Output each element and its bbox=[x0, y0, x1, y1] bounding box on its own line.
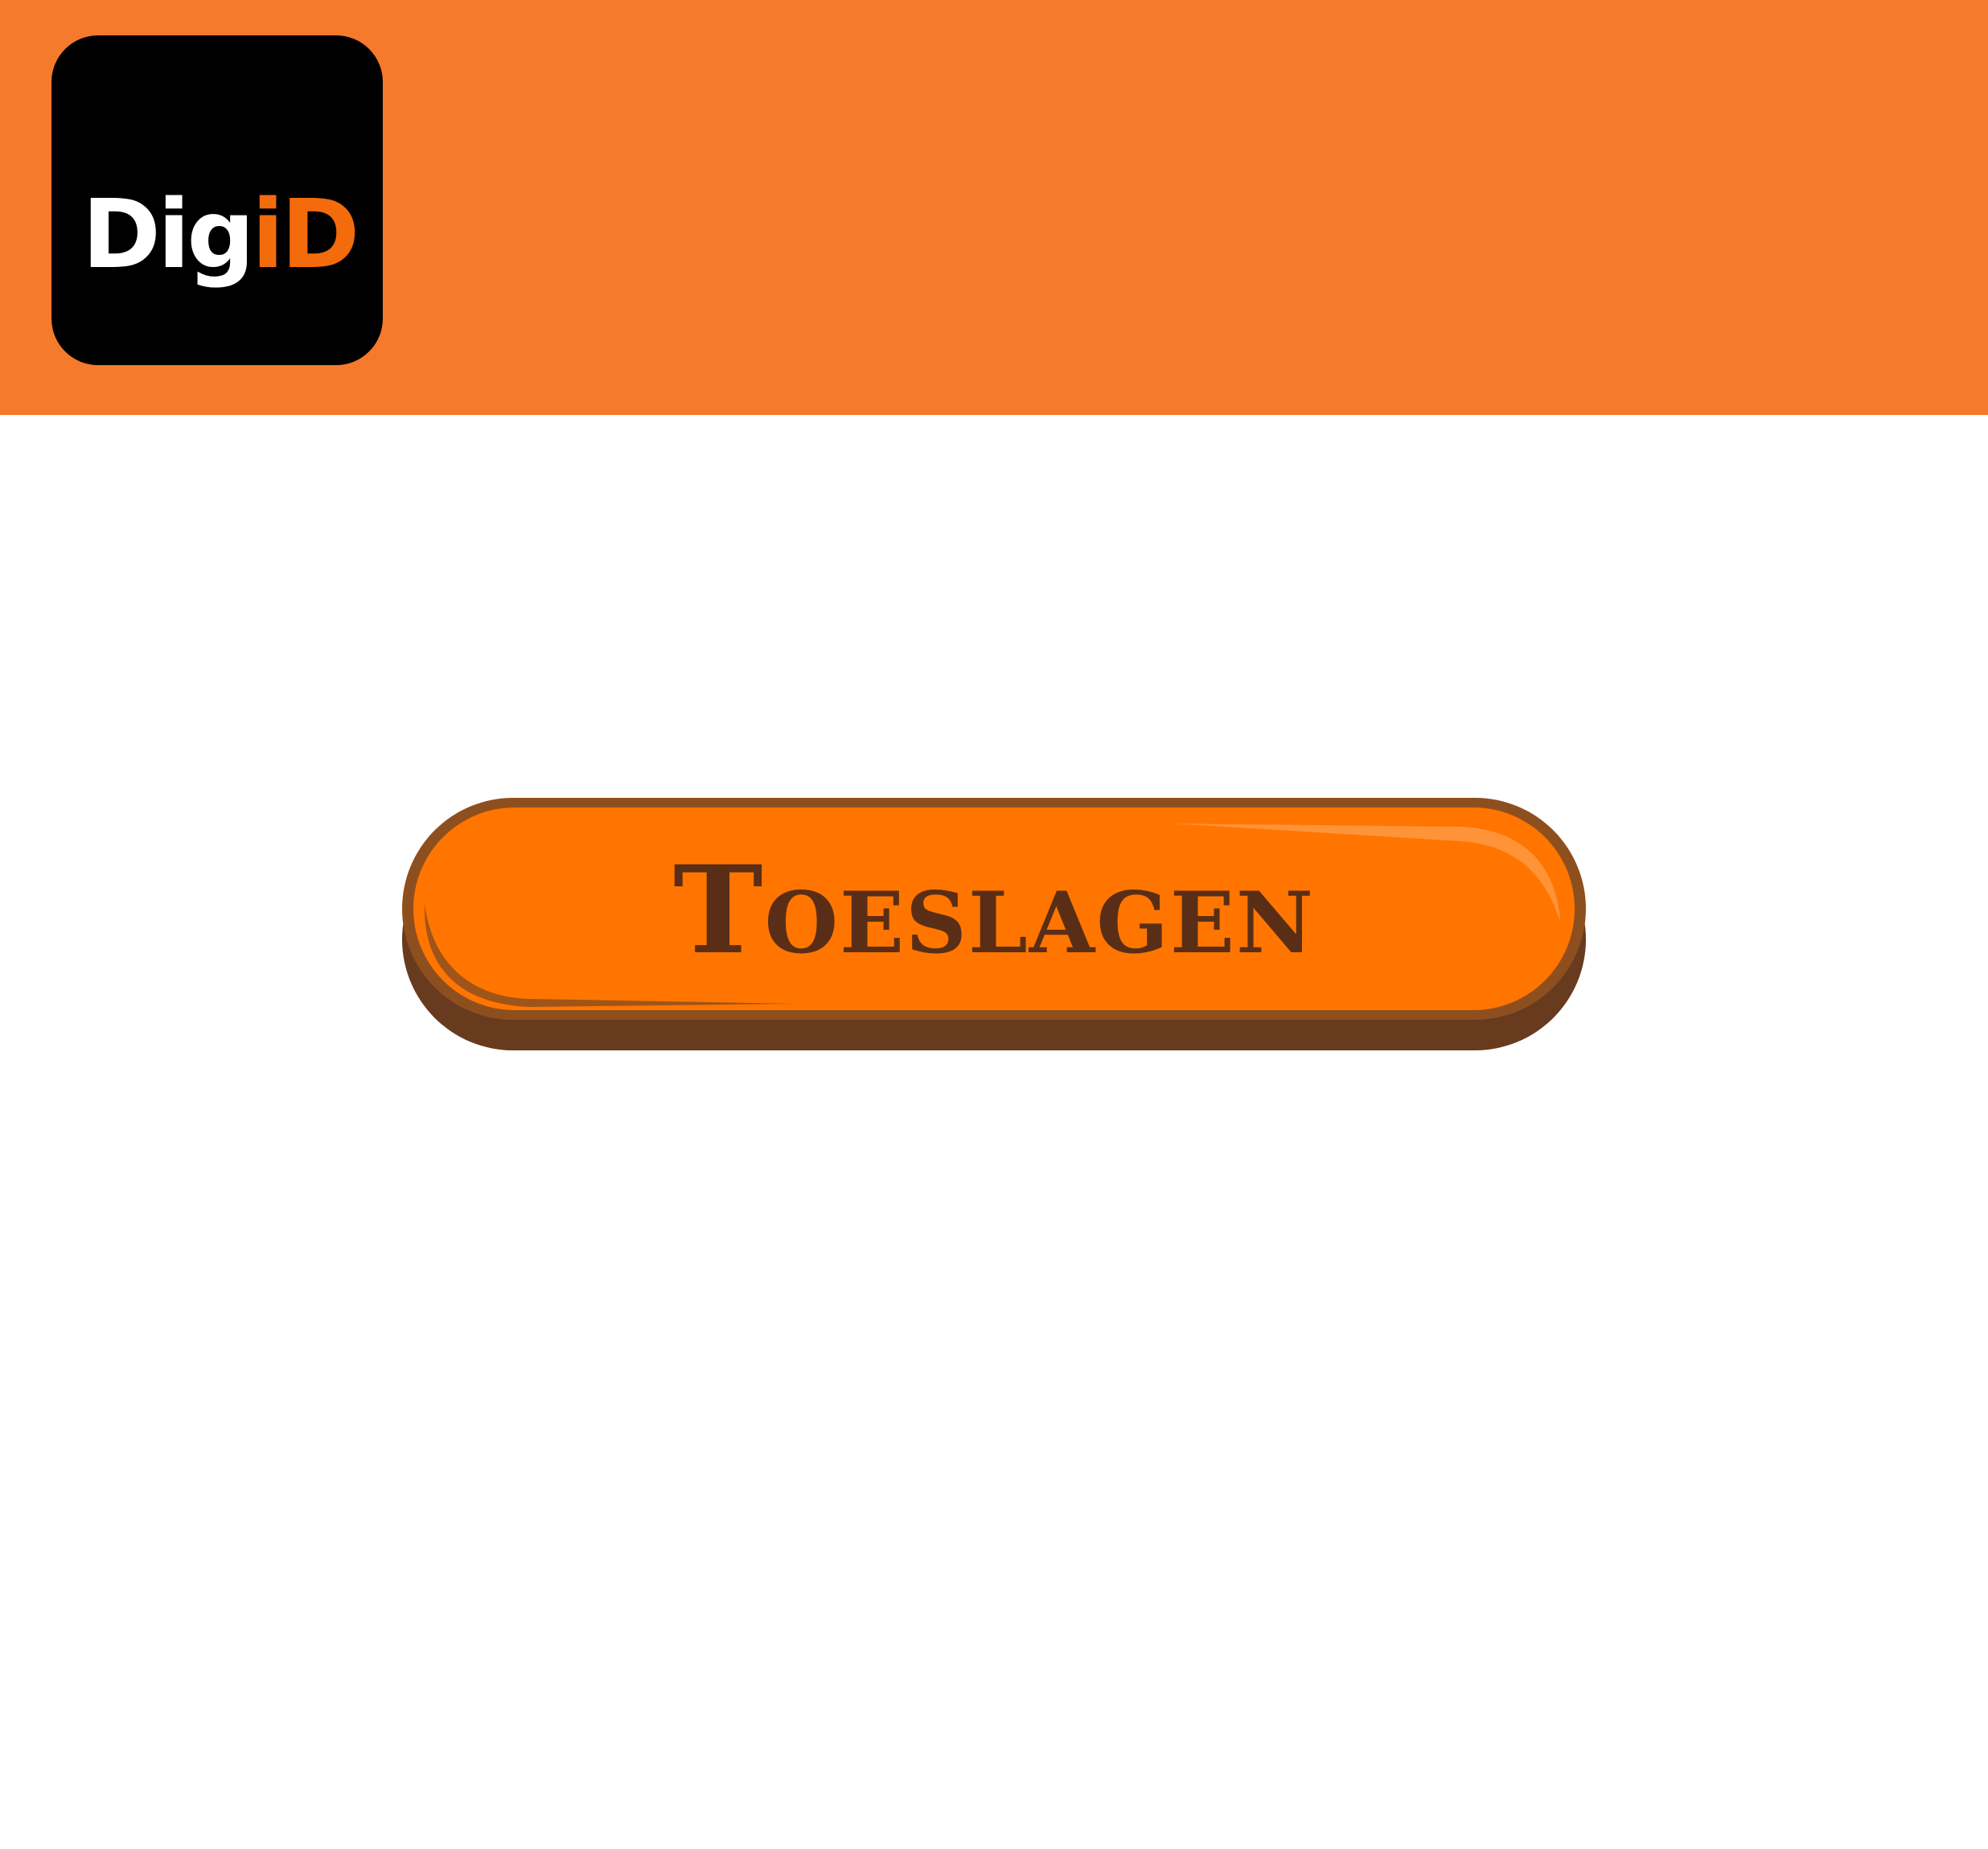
digid-logo-text: DigiD bbox=[82, 187, 359, 281]
toeslagen-button[interactable]: Toeslagen bbox=[400, 796, 1588, 1052]
top-header-bar: DigiD bbox=[0, 0, 1988, 415]
logo-text-primary: Dig bbox=[82, 179, 255, 290]
button-label: Toeslagen bbox=[673, 840, 1315, 981]
digid-logo[interactable]: DigiD bbox=[51, 35, 383, 365]
logo-text-accent: iD bbox=[251, 179, 359, 290]
